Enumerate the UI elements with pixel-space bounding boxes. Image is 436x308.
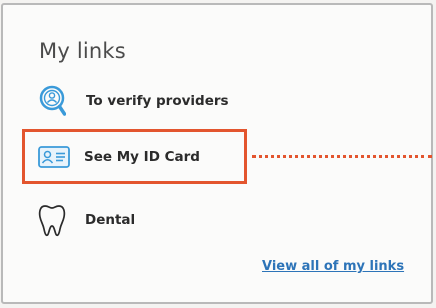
highlight-connector-line	[252, 155, 432, 158]
tooth-icon	[38, 203, 66, 237]
link-verify-providers-label: To verify providers	[86, 93, 229, 109]
link-dental[interactable]: Dental	[38, 198, 135, 242]
id-card-icon	[38, 145, 70, 168]
provider-search-icon	[38, 85, 66, 117]
link-dental-label: Dental	[85, 212, 136, 228]
link-see-my-id-card-label: See My ID Card	[84, 148, 200, 165]
view-all-links-link[interactable]: View all of my links	[262, 259, 404, 274]
card-title: My links	[39, 39, 126, 63]
link-verify-providers[interactable]: To verify providers	[38, 79, 229, 123]
link-see-my-id-card[interactable]: See My ID Card	[22, 129, 247, 184]
